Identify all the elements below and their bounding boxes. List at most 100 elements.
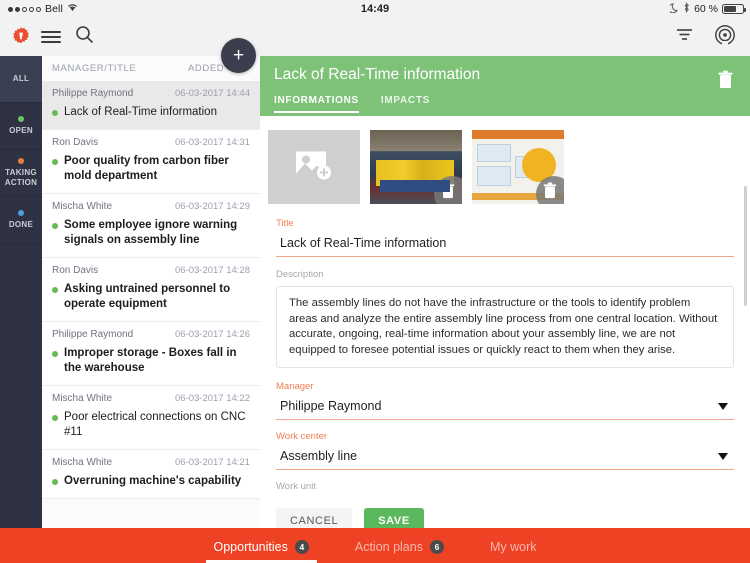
list-item-date: 06-03-2017 14:21 xyxy=(174,457,250,468)
detail-body: Title Lack of Real-Time information Desc… xyxy=(260,116,750,539)
battery-icon xyxy=(722,4,746,14)
work-center-select[interactable]: Assembly line xyxy=(276,446,734,470)
status-dot-icon xyxy=(52,479,58,485)
list-item[interactable]: Mischa White 06-03-2017 14:22 Poor elect… xyxy=(42,386,260,450)
list-item-title-row: Asking untrained personnel to operate eq… xyxy=(52,282,250,312)
opportunity-list[interactable]: MANAGER/TITLE ADDED Philippe Raymond 06-… xyxy=(42,56,260,563)
rail-item-taking-action[interactable]: TAKING ACTION xyxy=(0,150,42,197)
detail-header: Lack of Real-Time information INFORMATIO… xyxy=(260,56,750,116)
tab-action-plans[interactable]: Action plans 6 xyxy=(355,528,444,563)
description-field-group: Description xyxy=(260,269,750,280)
list-item-date: 06-03-2017 14:44 xyxy=(174,88,250,99)
delete-photo-button[interactable] xyxy=(434,176,462,204)
manager-field-group: Manager Philippe Raymond xyxy=(260,381,750,420)
status-dot-icon xyxy=(52,351,58,357)
title-field-label: Title xyxy=(276,218,294,229)
list-item-title: Overruning machine's capability xyxy=(64,475,242,487)
list-item-meta: Ron Davis 06-03-2017 14:28 xyxy=(52,265,250,276)
work-center-field-label: Work center xyxy=(276,431,328,442)
list-item-manager: Mischa White xyxy=(52,393,113,404)
rail-item-open[interactable]: OPEN xyxy=(0,103,42,150)
list-item-date: 06-03-2017 14:26 xyxy=(174,329,250,340)
broadcast-icon[interactable] xyxy=(714,24,736,51)
top-app-bar xyxy=(0,18,750,56)
list-item-date: 06-03-2017 14:28 xyxy=(174,265,250,276)
tab-opportunities-label: Opportunities xyxy=(213,539,288,554)
status-dot-open xyxy=(18,116,24,122)
list-item[interactable]: Philippe Raymond 06-03-2017 14:44 Lack o… xyxy=(42,81,260,130)
photo-thumbnail[interactable] xyxy=(472,130,564,204)
plus-icon: + xyxy=(232,44,245,66)
list-item-title: Lack of Real-Time information xyxy=(64,106,217,118)
list-item-title: Poor electrical connections on CNC #11 xyxy=(64,411,246,438)
moon-icon xyxy=(668,2,679,16)
rail-item-done[interactable]: DONE xyxy=(0,197,42,244)
list-item-title-row: Improper storage - Boxes fall in the war… xyxy=(52,346,250,376)
title-input[interactable]: Lack of Real-Time information xyxy=(276,233,734,257)
column-header-manager-title: MANAGER/TITLE xyxy=(52,63,137,74)
attachment-thumbnails xyxy=(260,124,750,204)
work-unit-field-group: Work unit xyxy=(260,481,750,492)
tab-informations[interactable]: INFORMATIONS xyxy=(274,95,359,113)
list-item-manager: Ron Davis xyxy=(52,137,99,148)
rail-item-label: OPEN xyxy=(9,126,33,135)
list-item-meta: Ron Davis 06-03-2017 14:31 xyxy=(52,137,250,148)
list-item-manager: Philippe Raymond xyxy=(52,329,134,340)
clock-label: 14:49 xyxy=(360,3,390,15)
rail-item-label: ALL xyxy=(12,74,30,83)
list-item[interactable]: Ron Davis 06-03-2017 14:28 Asking untrai… xyxy=(42,258,260,322)
list-item[interactable]: Mischa White 06-03-2017 14:21 Overruning… xyxy=(42,450,260,499)
list-item-title: Improper storage - Boxes fall in the war… xyxy=(64,347,237,374)
trash-icon[interactable] xyxy=(717,70,734,94)
status-dot-icon xyxy=(52,415,58,421)
rail-item-all[interactable]: ALL xyxy=(0,56,42,103)
page-title: Lack of Real-Time information xyxy=(274,66,481,83)
list-item-meta: Mischa White 06-03-2017 14:22 xyxy=(52,393,250,404)
status-dot-icon xyxy=(52,287,58,293)
list-item-title-row: Poor quality from carbon fiber mold depa… xyxy=(52,154,250,184)
manager-field-label: Manager xyxy=(276,381,314,392)
add-photo-thumbnail[interactable] xyxy=(268,130,360,204)
add-photo-icon xyxy=(293,147,335,188)
manager-selected-value: Philippe Raymond xyxy=(280,399,382,413)
tab-my-work[interactable]: My work xyxy=(490,528,537,563)
title-field-group: Title Lack of Real-Time information xyxy=(260,218,750,257)
tab-action-plans-label: Action plans xyxy=(354,539,423,554)
list-item-meta: Mischa White 06-03-2017 14:21 xyxy=(52,457,250,468)
list-item-date: 06-03-2017 14:29 xyxy=(174,201,250,212)
tab-action-plans-badge: 6 xyxy=(429,539,444,554)
work-center-field-group: Work center Assembly line xyxy=(260,431,750,470)
description-textarea[interactable]: The assembly lines do not have the infra… xyxy=(276,286,734,368)
detail-scrollbar[interactable] xyxy=(744,186,747,306)
bluetooth-icon xyxy=(683,2,690,16)
list-item-title: Poor quality from carbon fiber mold depa… xyxy=(64,155,229,182)
detail-tabs: INFORMATIONS IMPACTS xyxy=(274,95,736,113)
list-item-manager: Philippe Raymond xyxy=(52,88,134,99)
gear-logo-icon[interactable] xyxy=(10,26,32,48)
battery-percent-label: 60 % xyxy=(694,3,718,15)
status-dot-icon xyxy=(52,110,58,116)
tab-opportunities[interactable]: Opportunities 4 xyxy=(205,528,317,563)
list-item-manager: Mischa White xyxy=(52,201,113,212)
add-opportunity-button[interactable]: + xyxy=(221,38,256,73)
list-item[interactable]: Mischa White 06-03-2017 14:29 Some emplo… xyxy=(42,194,260,258)
list-item[interactable]: Ron Davis 06-03-2017 14:31 Poor quality … xyxy=(42,130,260,194)
list-item[interactable]: Philippe Raymond 06-03-2017 14:26 Improp… xyxy=(42,322,260,386)
search-icon[interactable] xyxy=(75,25,94,49)
app-root: Bell 14:49 60 % ALL OPEN TAKING ACTION D… xyxy=(0,0,750,563)
bottom-tab-bar: Opportunities 4 Action plans 6 My work xyxy=(0,528,750,563)
hamburger-menu-icon[interactable] xyxy=(41,31,61,43)
tab-my-work-label: My work xyxy=(489,539,537,554)
status-dot-icon xyxy=(52,159,58,165)
list-item-manager: Ron Davis xyxy=(52,265,99,276)
ios-status-bar: Bell 14:49 60 % xyxy=(0,0,750,18)
tab-impacts[interactable]: IMPACTS xyxy=(381,95,430,113)
detail-panel: Lack of Real-Time information INFORMATIO… xyxy=(260,56,750,563)
list-item-title-row: Some employee ignore warning signals on … xyxy=(52,218,250,248)
manager-select[interactable]: Philippe Raymond xyxy=(276,396,734,420)
status-dot-icon xyxy=(52,223,58,229)
photo-thumbnail[interactable] xyxy=(370,130,462,204)
tab-opportunities-badge: 4 xyxy=(294,539,309,554)
rail-item-label: TAKING ACTION xyxy=(4,168,38,187)
filter-icon[interactable] xyxy=(675,26,694,48)
